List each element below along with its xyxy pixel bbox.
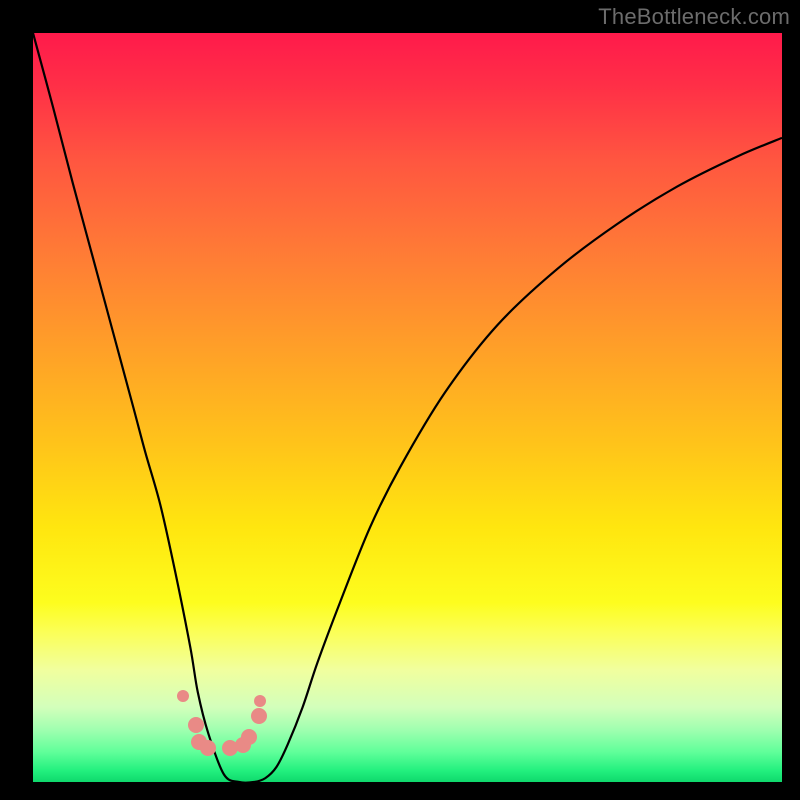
curve-marker (188, 717, 204, 733)
curve-marker (251, 708, 267, 724)
chart-frame: TheBottleneck.com (0, 0, 800, 800)
plot-area (33, 33, 782, 782)
curve-marker (177, 690, 189, 702)
watermark-text: TheBottleneck.com (598, 4, 790, 30)
curve-marker (200, 740, 216, 756)
curve-marker (254, 695, 266, 707)
bottleneck-curve (33, 33, 782, 782)
curve-markers (177, 690, 267, 756)
curve-marker (241, 729, 257, 745)
curve-layer (33, 33, 782, 782)
